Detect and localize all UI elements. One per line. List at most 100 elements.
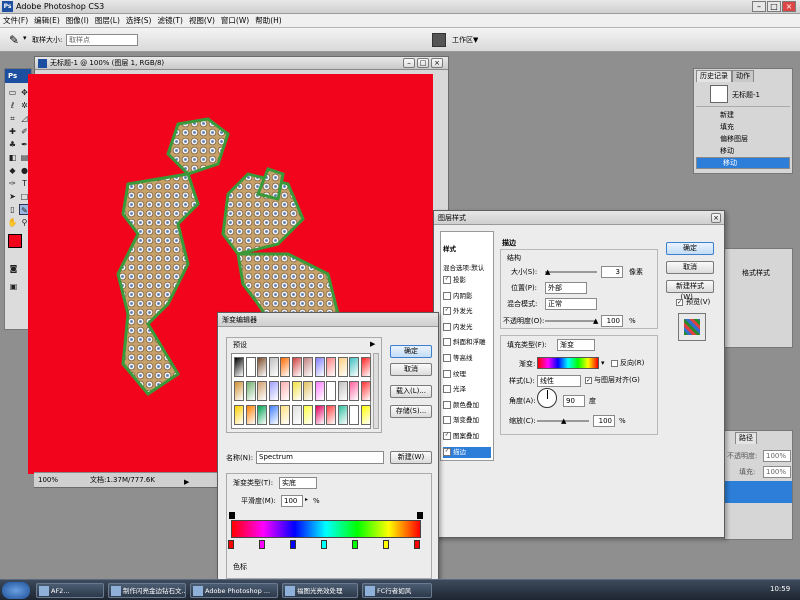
- effect-checkbox[interactable]: [443, 385, 451, 394]
- history-item[interactable]: 填充: [696, 121, 790, 133]
- tab-history[interactable]: 历史记录: [696, 70, 732, 82]
- effect-item[interactable]: 斜面和浮雕: [443, 337, 491, 348]
- gradient-ok-button[interactable]: 确定: [390, 345, 432, 358]
- presets-scrollbar[interactable]: [373, 353, 379, 429]
- tool-preset-chevron-icon[interactable]: ▾: [23, 34, 27, 42]
- hand-tool-icon[interactable]: ✋: [7, 217, 18, 228]
- presets-menu-icon[interactable]: ▶: [370, 340, 375, 348]
- gradient-preset-swatch[interactable]: [257, 381, 267, 401]
- gradient-preset-swatch[interactable]: [280, 357, 290, 377]
- effect-checkbox[interactable]: ✓: [443, 276, 451, 284]
- effect-item[interactable]: ✓ 描边: [443, 446, 491, 458]
- opacity-slider[interactable]: [545, 320, 597, 322]
- gradient-preset-swatch[interactable]: [245, 357, 256, 377]
- screen-mode-icon[interactable]: ▣: [8, 281, 19, 292]
- history-item[interactable]: 移动: [696, 157, 790, 169]
- menu-layer[interactable]: 图层(L): [92, 14, 123, 28]
- gradient-preset-swatch[interactable]: [268, 381, 279, 401]
- zoom-level[interactable]: 100%: [38, 475, 58, 485]
- minimize-button[interactable]: –: [752, 1, 766, 12]
- effect-item[interactable]: 光泽: [443, 384, 491, 395]
- color-stop[interactable]: [321, 540, 327, 549]
- path-select-icon[interactable]: ➤: [7, 191, 18, 202]
- eraser-tool-icon[interactable]: ◧: [7, 152, 18, 163]
- effect-checkbox[interactable]: ✓: [443, 432, 451, 440]
- effect-checkbox[interactable]: [443, 291, 451, 300]
- effect-item[interactable]: 渐变叠加: [443, 415, 491, 426]
- gradient-preset-swatch[interactable]: [326, 405, 336, 425]
- menu-view[interactable]: 视图(V): [186, 14, 218, 28]
- gradient-editor-title-bar[interactable]: 渐变编辑器: [218, 313, 438, 327]
- gradient-preset-swatch[interactable]: [245, 405, 256, 425]
- gradient-preset-swatch[interactable]: [268, 357, 279, 377]
- effect-item[interactable]: 内发光: [443, 322, 491, 333]
- color-stop[interactable]: [259, 540, 265, 549]
- color-stop[interactable]: [414, 540, 420, 549]
- crop-tool-icon[interactable]: ⌗: [7, 113, 18, 124]
- effect-checkbox[interactable]: [443, 416, 451, 425]
- foreground-color-swatch[interactable]: [8, 234, 22, 248]
- smoothness-field[interactable]: 100: [281, 495, 303, 507]
- gradient-name-field[interactable]: Spectrum: [256, 451, 384, 464]
- gradient-preset-swatch[interactable]: [337, 357, 348, 377]
- stroke-gradient-preview[interactable]: [537, 357, 599, 369]
- reverse-checkbox[interactable]: [611, 360, 618, 367]
- effect-item[interactable]: ✓ 图案叠加: [443, 431, 491, 442]
- quick-mask-icon[interactable]: ◙: [8, 263, 19, 274]
- color-stop[interactable]: [352, 540, 358, 549]
- effect-item[interactable]: 等高线: [443, 353, 491, 364]
- doc-maximize-button[interactable]: □: [417, 58, 429, 68]
- gradient-preset-swatch[interactable]: [257, 405, 267, 425]
- history-item[interactable]: 移动: [696, 145, 790, 157]
- angle-dial[interactable]: [537, 388, 557, 408]
- effect-checkbox[interactable]: [443, 369, 451, 378]
- gradient-cancel-button[interactable]: 取消: [390, 363, 432, 376]
- effect-item[interactable]: 颜色叠加: [443, 400, 491, 411]
- gradient-preset-swatch[interactable]: [326, 357, 336, 377]
- effect-checkbox[interactable]: [443, 322, 451, 331]
- gradient-preset-swatch[interactable]: [303, 357, 313, 377]
- doc-close-button[interactable]: ×: [431, 58, 443, 68]
- close-button[interactable]: ×: [782, 1, 796, 12]
- scale-field[interactable]: 100: [593, 415, 615, 427]
- menu-file[interactable]: 文件(F): [0, 14, 31, 28]
- gradient-preset-swatch[interactable]: [234, 357, 244, 377]
- marquee-tool-icon[interactable]: ▭: [7, 87, 18, 98]
- start-button[interactable]: [2, 582, 30, 599]
- clone-stamp-icon[interactable]: ♣: [7, 139, 18, 150]
- smoothness-chevron-icon[interactable]: ▸: [305, 496, 308, 503]
- doc-minimize-button[interactable]: –: [403, 58, 415, 68]
- gradient-preset-swatch[interactable]: [245, 381, 256, 401]
- gradient-preset-swatch[interactable]: [291, 405, 302, 425]
- gradient-preset-swatch[interactable]: [326, 381, 336, 401]
- menu-help[interactable]: 帮助(H): [252, 14, 285, 28]
- palette-well-icon[interactable]: [432, 33, 446, 47]
- gradient-preset-swatch[interactable]: [280, 381, 290, 401]
- layer-style-close-button[interactable]: ×: [711, 213, 721, 223]
- menu-image[interactable]: 图像(I): [63, 14, 92, 28]
- taskbar-item[interactable]: 福图光亮效处理: [282, 583, 358, 598]
- layer-style-title-bar[interactable]: 图层样式: [434, 211, 724, 225]
- opacity-stop-left[interactable]: [229, 512, 235, 519]
- gradient-preset-swatch[interactable]: [268, 405, 279, 425]
- sample-size-select[interactable]: 取样点: [66, 34, 138, 46]
- gradient-preset-swatch[interactable]: [303, 405, 313, 425]
- gradient-preset-swatch[interactable]: [234, 381, 244, 401]
- position-select[interactable]: 外部: [545, 282, 587, 294]
- blend-mode-select[interactable]: 正常: [545, 298, 597, 310]
- gradient-preset-swatch[interactable]: [314, 405, 325, 425]
- pen-tool-icon[interactable]: ✑: [7, 178, 18, 189]
- gradient-preset-swatch[interactable]: [349, 357, 359, 377]
- taskbar-item[interactable]: 制作闪亮金边钻石文...: [108, 583, 186, 598]
- lasso-tool-icon[interactable]: ℓ: [7, 100, 18, 111]
- opacity-slider-thumb-icon[interactable]: ▲: [593, 317, 598, 325]
- gradient-dropdown-chevron-icon[interactable]: ▾: [601, 359, 605, 367]
- gradient-preset-swatch[interactable]: [349, 381, 359, 401]
- tab-actions[interactable]: 动作: [732, 70, 754, 82]
- effect-checkbox[interactable]: [443, 400, 451, 409]
- menu-filter[interactable]: 滤镜(T): [155, 14, 186, 28]
- effect-checkbox[interactable]: [443, 354, 451, 362]
- taskbar-item[interactable]: Adobe Photoshop ...: [190, 583, 278, 598]
- history-item[interactable]: 偏移图层: [696, 133, 790, 145]
- gradient-save-button[interactable]: 存储(S)...: [390, 405, 432, 418]
